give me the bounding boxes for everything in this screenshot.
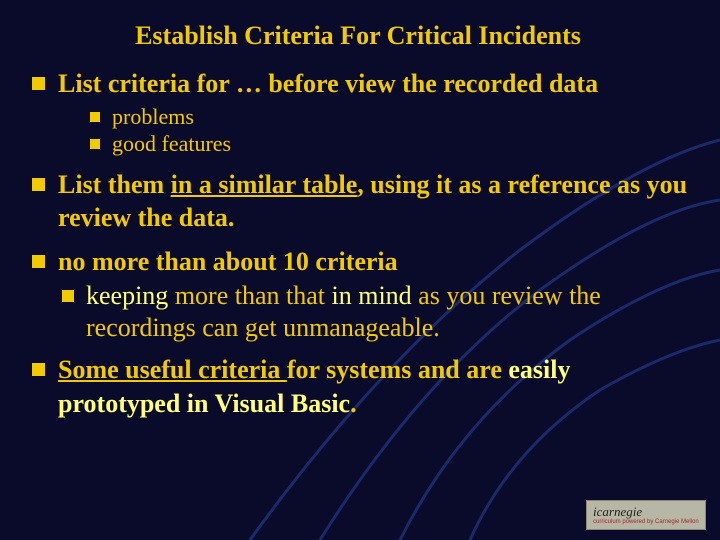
logo-sub-text: curriculum powered by Carnegie Mellon	[593, 519, 699, 525]
bullet-1-sublist: problems good features	[58, 104, 690, 158]
bullet-4: Some useful criteria for systems and are…	[26, 353, 690, 420]
bullet-3-sub-hi1: keeping	[86, 281, 168, 310]
bullet-3-sub: keeping more than that in mind as you re…	[58, 280, 690, 343]
logo-main-text: icarnegie	[593, 505, 699, 518]
bullet-1-sub-1: problems	[58, 104, 690, 131]
bullet-2: List them in a similar table, using it a…	[26, 168, 690, 235]
bullet-3-sublist: keeping more than that in mind as you re…	[58, 280, 690, 343]
bullet-3-sub-hi2: in mind	[332, 281, 412, 310]
bullet-list: List criteria for … before view the reco…	[26, 67, 690, 420]
bullet-4-p2: for systems and are	[287, 355, 508, 384]
bullet-2-underlined: in a similar table	[171, 170, 358, 199]
bullet-4-p4: .	[350, 389, 357, 418]
bullet-4-underlined: Some useful criteria	[58, 355, 287, 384]
logo: icarnegie curriculum powered by Carnegie…	[586, 500, 706, 530]
slide-title: Establish Criteria For Critical Incident…	[26, 20, 690, 51]
slide-content: Establish Criteria For Critical Incident…	[0, 0, 720, 450]
slide-root: Establish Criteria For Critical Incident…	[0, 0, 720, 540]
bullet-2-part1: List them	[58, 170, 171, 199]
bullet-3: no more than about 10 criteria keeping m…	[26, 245, 690, 344]
bullet-3-text: no more than about 10 criteria	[58, 247, 398, 276]
bullet-3-sub-p2: more than that	[168, 281, 331, 310]
bullet-1: List criteria for … before view the reco…	[26, 67, 690, 158]
logo-box: icarnegie curriculum powered by Carnegie…	[586, 500, 706, 530]
bullet-1-sub-2: good features	[58, 131, 690, 158]
bullet-1-text: List criteria for … before view the reco…	[58, 69, 598, 98]
